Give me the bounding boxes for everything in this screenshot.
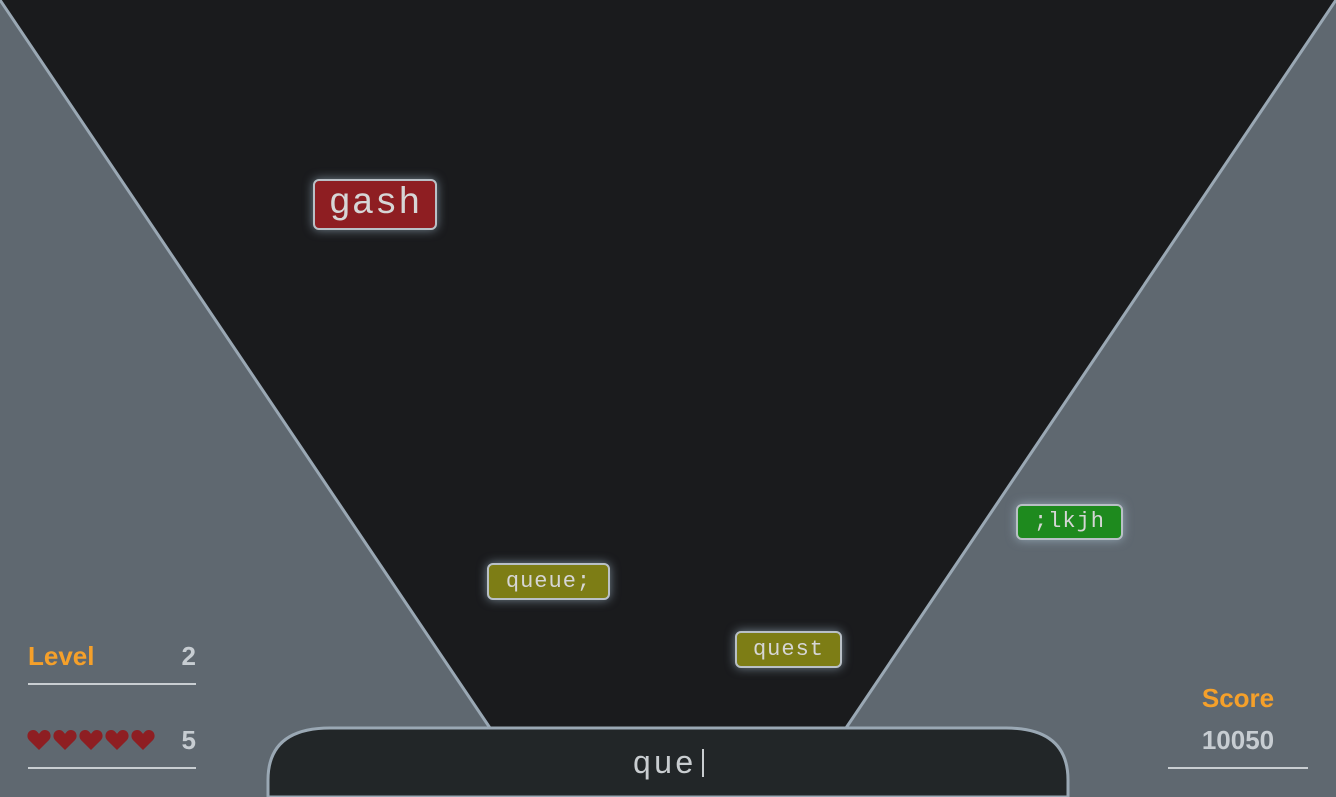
level-value: 2	[181, 641, 196, 671]
game-stage: gash queue; quest ;lkjh Level 2 5 Score …	[0, 0, 1336, 797]
heart-icon	[27, 730, 51, 750]
heart-icon	[79, 730, 103, 750]
falling-word-queue: queue;	[487, 563, 610, 600]
typing-input[interactable]: que	[268, 746, 1068, 783]
score-divider	[1168, 767, 1308, 769]
left-wall	[0, 0, 490, 797]
heart-icon	[53, 730, 77, 750]
level-divider	[28, 683, 196, 685]
falling-word-lkjh: ;lkjh	[1016, 504, 1123, 540]
typed-text: que	[632, 746, 696, 783]
falling-word-gash: gash	[313, 179, 437, 230]
score-label: Score	[1201, 683, 1275, 713]
score-value: 10050	[1201, 725, 1275, 755]
lives-count: 5	[181, 725, 196, 755]
right-wall	[846, 0, 1336, 797]
arena-walls	[0, 0, 1336, 797]
lives-hearts	[27, 728, 155, 752]
text-caret	[701, 749, 704, 777]
lives-divider	[28, 767, 196, 769]
falling-word-quest: quest	[735, 631, 842, 668]
level-label: Level	[28, 641, 95, 671]
heart-icon	[105, 730, 129, 750]
